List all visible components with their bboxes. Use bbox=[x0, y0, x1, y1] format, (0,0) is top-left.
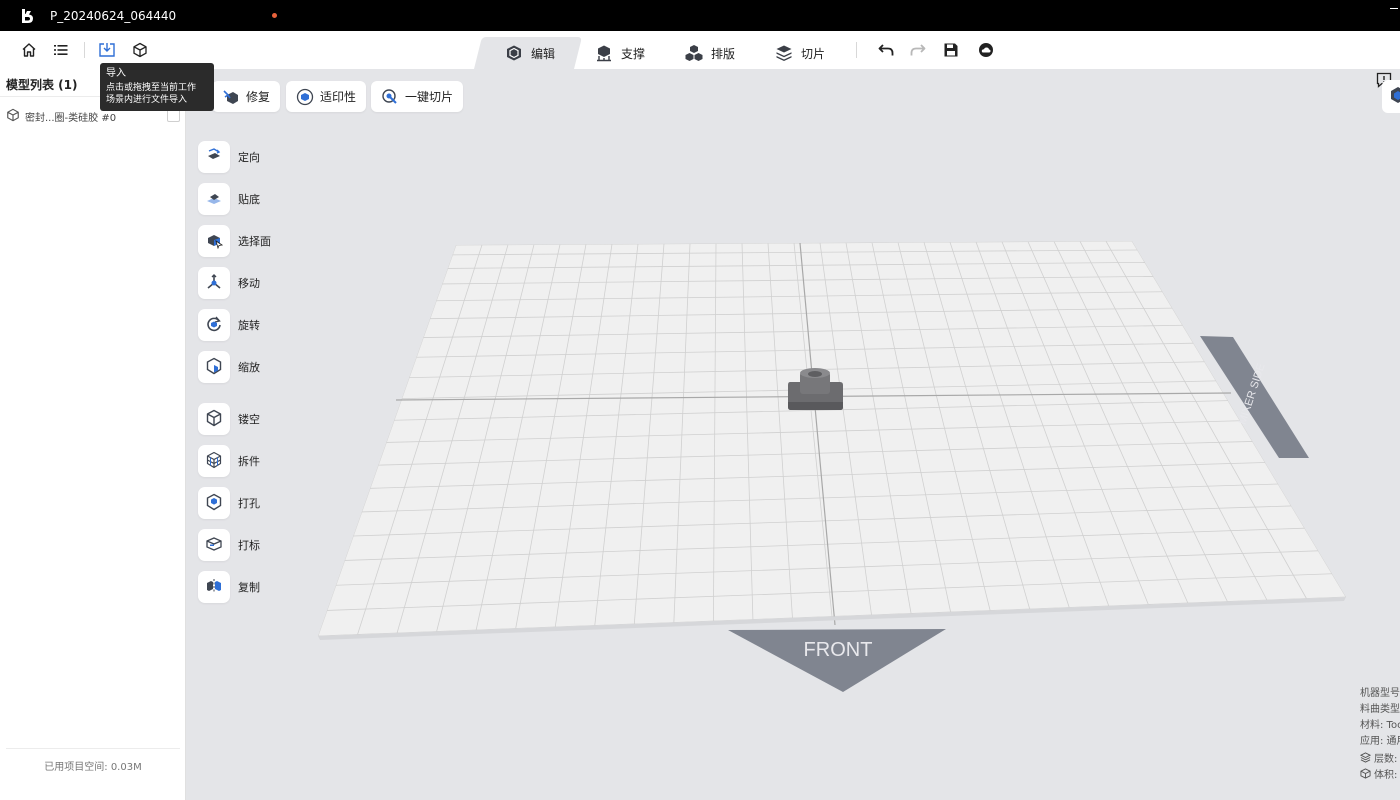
slice-icon bbox=[775, 44, 793, 62]
tooltip-title: 导入 bbox=[106, 68, 126, 79]
import-tooltip: 导入 点击或拖拽至当前工作 场景内进行文件导入 bbox=[100, 63, 214, 111]
menu-list-icon[interactable] bbox=[51, 40, 71, 60]
select-face-icon bbox=[205, 231, 224, 252]
volume-icon bbox=[1360, 767, 1371, 785]
scale-icon bbox=[205, 357, 223, 378]
tab-edit-label: 编辑 bbox=[531, 46, 556, 61]
label-icon bbox=[205, 535, 223, 556]
one-click-slice-label: 一键切片 bbox=[405, 90, 454, 104]
tool-hollow-label: 镂空 bbox=[238, 413, 260, 426]
punch-hole-icon bbox=[205, 493, 223, 514]
tool-scale[interactable]: 缩放 bbox=[198, 351, 260, 383]
volume-row: 体积: bbox=[1360, 767, 1400, 785]
model-cube-icon bbox=[6, 108, 20, 125]
undo-icon[interactable] bbox=[876, 40, 896, 60]
repair-label: 修复 bbox=[246, 90, 271, 104]
model-list-panel: 模型列表 (1) 密封...圈-类硅胶 #0 已用项目空间: 0.03M bbox=[0, 69, 186, 800]
tool-move[interactable]: 移动 bbox=[198, 267, 260, 299]
tool-punch-hole[interactable]: 打孔 bbox=[198, 487, 260, 519]
material-info: 材料: Too bbox=[1360, 720, 1400, 731]
machine-info: 机器型号: bbox=[1360, 688, 1400, 699]
tab-slice-label: 切片 bbox=[801, 46, 826, 61]
duplicate-icon bbox=[205, 577, 223, 598]
app-logo-icon bbox=[18, 7, 36, 25]
tool-label[interactable]: 打标 bbox=[198, 529, 260, 561]
storage-usage: 已用项目空间: 0.03M bbox=[44, 762, 142, 773]
printability-icon bbox=[296, 88, 314, 106]
title-bar: P_20240624_064440 bbox=[0, 0, 1400, 31]
rotate-icon bbox=[205, 315, 223, 336]
layers-icon bbox=[1359, 751, 1372, 769]
tool-scale-label: 缩放 bbox=[238, 361, 260, 374]
tool-split-label: 拆件 bbox=[238, 455, 260, 468]
orient-icon bbox=[205, 147, 223, 168]
tool-orient-label: 定向 bbox=[238, 151, 260, 164]
import-icon[interactable] bbox=[97, 40, 117, 60]
layers-info: 层数: bbox=[1374, 754, 1398, 765]
tooltip-body-line2: 场景内进行文件导入 bbox=[106, 95, 188, 105]
view-cube-icon bbox=[1390, 86, 1400, 107]
tool-rotate[interactable]: 旋转 bbox=[198, 309, 260, 341]
lay-flat-icon bbox=[205, 189, 223, 210]
tool-orient[interactable]: 定向 bbox=[198, 141, 260, 173]
printability-label: 适印性 bbox=[320, 90, 357, 104]
view-cube-button[interactable] bbox=[1382, 80, 1400, 113]
tool-duplicate[interactable]: 复制 bbox=[198, 571, 260, 603]
tab-slice[interactable]: 切片 bbox=[775, 42, 825, 64]
tool-lay-flat[interactable]: 贴底 bbox=[198, 183, 260, 215]
tool-hollow[interactable]: 镂空 bbox=[198, 403, 260, 435]
tab-support[interactable]: 支撑 bbox=[595, 42, 645, 64]
split-icon bbox=[205, 451, 223, 472]
tab-support-label: 支撑 bbox=[621, 46, 646, 61]
tab-layout[interactable]: 排版 bbox=[685, 42, 735, 64]
one-click-slice-icon bbox=[381, 88, 399, 106]
repair-icon bbox=[222, 88, 240, 106]
tool-split[interactable]: 拆件 bbox=[198, 445, 260, 477]
support-icon bbox=[595, 44, 613, 62]
redo-icon[interactable] bbox=[908, 40, 928, 60]
application-info: 应用: 通用 bbox=[1360, 736, 1400, 747]
layers-row: 层数: bbox=[1359, 751, 1400, 769]
tool-select-face-label: 选择面 bbox=[238, 235, 271, 248]
move-icon bbox=[205, 273, 223, 294]
model-cube-icon[interactable] bbox=[130, 40, 150, 60]
unsaved-indicator bbox=[272, 13, 278, 18]
tool-rotate-label: 旋转 bbox=[238, 319, 260, 332]
cloud-icon[interactable] bbox=[976, 40, 996, 60]
tooltip-body-line1: 点击或拖拽至当前工作 bbox=[106, 83, 197, 93]
3d-viewport[interactable]: FRONT MIXER SIDE bbox=[186, 69, 1400, 800]
window-title: P_20240624_064440 bbox=[50, 8, 177, 23]
curve-info: 料曲类型: bbox=[1360, 704, 1400, 715]
layout-icon bbox=[685, 44, 703, 62]
save-icon[interactable] bbox=[941, 40, 961, 60]
print-info-panel: 机器型号: 料曲类型: 材料: Too 应用: 通用 层数: 体积: bbox=[1359, 686, 1400, 785]
hollow-icon bbox=[205, 409, 223, 430]
model-list-header: 模型列表 (1) bbox=[6, 78, 78, 92]
tab-edit[interactable]: 编辑 bbox=[505, 42, 555, 64]
home-icon[interactable] bbox=[19, 40, 39, 60]
tool-label-label: 打标 bbox=[238, 539, 260, 552]
tool-duplicate-label: 复制 bbox=[238, 581, 260, 594]
one-click-slice-button[interactable]: 一键切片 bbox=[371, 81, 464, 112]
printability-button[interactable]: 适印性 bbox=[286, 81, 367, 112]
volume-info: 体积: bbox=[1374, 770, 1398, 781]
tool-lay-flat-label: 贴底 bbox=[238, 193, 260, 206]
tool-move-label: 移动 bbox=[238, 277, 260, 290]
repair-button[interactable]: 修复 bbox=[212, 81, 281, 112]
front-label: FRONT bbox=[804, 639, 873, 661]
edit-cube-icon bbox=[505, 44, 523, 62]
minimize-button[interactable] bbox=[1390, 8, 1398, 9]
tool-punch-hole-label: 打孔 bbox=[238, 497, 260, 510]
tab-layout-label: 排版 bbox=[711, 46, 736, 61]
tool-select-face[interactable]: 选择面 bbox=[198, 225, 271, 257]
